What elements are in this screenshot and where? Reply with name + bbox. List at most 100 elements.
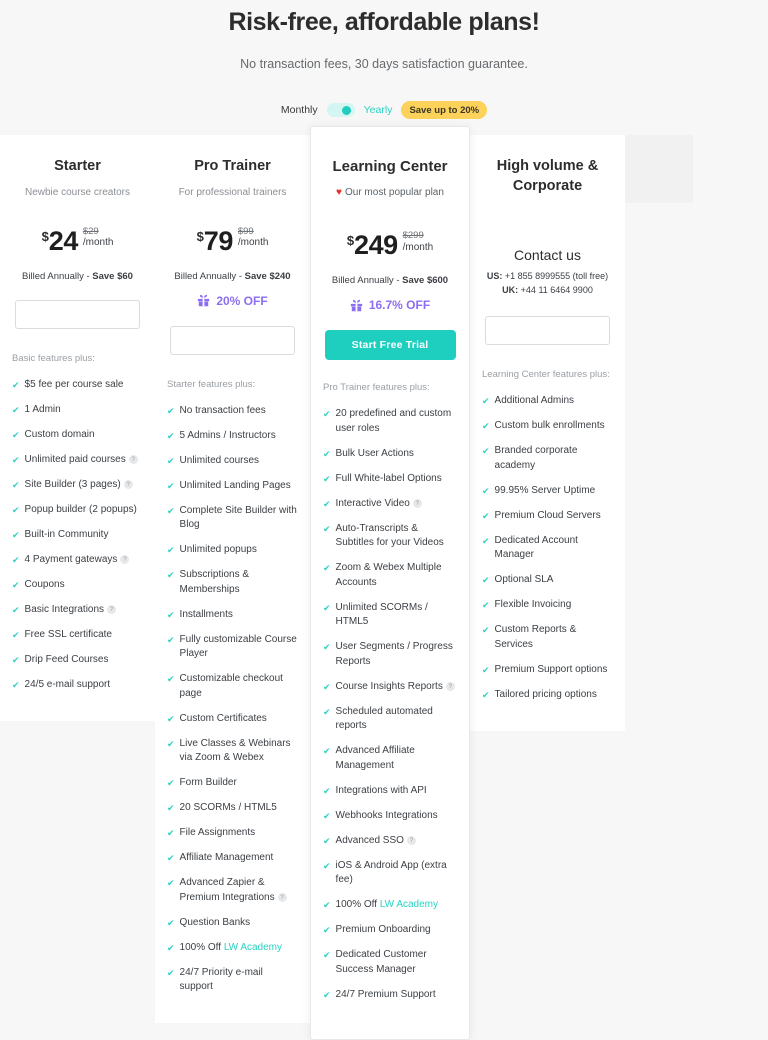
features-heading: Learning Center features plus: <box>482 369 610 380</box>
billing-note: Billed Annually - Save $240 <box>167 271 298 282</box>
feature-label: iOS & Android App (extra fee) <box>336 859 457 888</box>
info-icon[interactable]: ? <box>406 835 416 845</box>
feature-link[interactable]: LW Academy <box>380 899 438 910</box>
feature-item: ✔ Premium Cloud Servers <box>482 509 613 524</box>
info-icon[interactable]: ? <box>277 892 287 902</box>
contact-phone-numbers: US: +1 855 8999555 (toll free) UK: +44 11… <box>482 270 613 298</box>
plan-cta-button[interactable] <box>485 316 610 345</box>
feature-item: ✔ Fully customizable Course Player <box>167 633 298 662</box>
feature-item: ✔ Flexible Invoicing <box>482 598 613 613</box>
plan-cta-button[interactable] <box>170 325 295 355</box>
info-icon[interactable]: ? <box>128 454 138 464</box>
gift-icon <box>198 294 210 307</box>
check-icon: ✔ <box>12 629 20 640</box>
feature-item: ✔ 99.95% Server Uptime <box>482 484 613 499</box>
feature-label: Custom Certificates <box>180 712 298 727</box>
check-icon: ✔ <box>482 485 490 496</box>
feature-item: ✔ Optional SLA <box>482 573 613 588</box>
feature-item: ✔ Additional Admins <box>482 394 613 409</box>
check-icon: ✔ <box>482 421 490 431</box>
feature-label: Zoom & Webex Multiple Accounts <box>336 561 457 590</box>
feature-label-text: 99.95% Server Uptime <box>494 484 596 496</box>
feature-label-text: Complete Site Builder with Blog <box>179 504 297 531</box>
feature-label: Branded corporate academy <box>495 444 613 473</box>
feature-label-text: User Segments / Progress Reports <box>335 641 453 667</box>
price-period: /month <box>402 241 434 253</box>
feature-item: ✔ Auto-Transcripts & Subtitles for your V… <box>323 522 457 551</box>
plan-tagline: For professional trainers <box>178 186 287 198</box>
feature-label: Question Banks <box>180 916 298 931</box>
feature-item: ✔ No transaction fees <box>167 404 298 419</box>
features-heading: Basic features plus: <box>12 352 95 364</box>
info-icon[interactable]: ? <box>412 498 422 508</box>
feature-label-text: Unlimited popups <box>179 544 257 556</box>
info-icon[interactable]: ? <box>445 681 455 691</box>
feature-label: Basic Integrations? <box>25 603 143 618</box>
feature-item: ✔ Webhooks Integrations <box>323 809 457 824</box>
feature-item: ✔ Branded corporate academy <box>482 444 613 473</box>
contact-uk-label: UK: <box>502 285 519 296</box>
billing-note: Billed Annually - Save $600 <box>323 275 457 286</box>
feature-label: Unlimited popups <box>180 543 298 558</box>
feature-label-text: Integrations with API <box>335 784 427 796</box>
feature-label: 1 Admin <box>25 403 143 418</box>
billing-monthly-label[interactable]: Monthly <box>281 104 318 116</box>
feature-link[interactable]: LW Academy <box>224 942 282 953</box>
billing-note: Billed Annually - Save $60 <box>12 271 143 282</box>
plan-cta-button[interactable] <box>15 299 140 329</box>
check-icon: ✔ <box>323 925 331 936</box>
feature-label: 20 predefined and custom user roles <box>336 407 457 436</box>
feature-label: 100% Off LW Academy <box>336 898 457 913</box>
billing-note-prefix: Billed Annually - <box>331 275 403 287</box>
feature-item: ✔ Unlimited paid courses? <box>12 453 143 468</box>
billing-toggle-switch[interactable] <box>326 103 355 117</box>
check-icon: ✔ <box>323 409 331 420</box>
plan-name: High volume & Corporate <box>496 158 599 194</box>
gift-icon <box>350 299 362 311</box>
feature-label-text: File Assignments <box>179 827 256 839</box>
check-icon: ✔ <box>323 473 331 484</box>
feature-label: 5 Admins / Instructors <box>180 429 298 444</box>
feature-label: Dedicated Account Manager <box>495 534 613 563</box>
check-icon: ✔ <box>482 664 490 675</box>
feature-label: Course Insights Reports? <box>336 680 457 695</box>
check-icon: ✔ <box>12 379 20 390</box>
feature-label-text: Advanced Zapier & Premium Integrations <box>179 877 275 903</box>
feature-item: ✔ Course Insights Reports? <box>323 680 457 695</box>
feature-label: Advanced SSO? <box>336 834 457 849</box>
feature-label: Bulk User Actions <box>336 447 457 462</box>
feature-label-text: $5 fee per course sale <box>24 378 124 390</box>
info-icon[interactable]: ? <box>120 554 130 564</box>
info-icon[interactable]: ? <box>107 604 117 614</box>
check-icon: ✔ <box>323 900 331 911</box>
check-icon: ✔ <box>482 535 490 546</box>
feature-label-text: Optional SLA <box>494 574 554 585</box>
feature-label: User Segments / Progress Reports <box>336 640 457 669</box>
feature-label: Built-in Community <box>25 528 143 543</box>
feature-label: Custom domain <box>25 428 143 443</box>
feature-item: ✔ 100% Off LW Academy <box>167 941 298 956</box>
check-icon: ✔ <box>167 455 175 466</box>
feature-label-text: Premium Onboarding <box>335 924 431 936</box>
feature-label: Premium Support options <box>495 663 613 678</box>
billing-yearly-label[interactable]: Yearly <box>364 104 393 116</box>
feature-item: ✔ 4 Payment gateways? <box>12 553 143 568</box>
check-icon: ✔ <box>167 570 175 581</box>
check-icon: ✔ <box>323 835 331 846</box>
feature-item: ✔ Advanced Zapier & Premium Integrations? <box>167 876 298 905</box>
billing-note-prefix: Billed Annually - <box>174 270 245 282</box>
feature-label-text: 20 SCORMs / HTML5 <box>179 802 277 814</box>
feature-label-text: Interactive Video <box>335 497 410 509</box>
info-icon[interactable]: ? <box>123 479 133 489</box>
feature-label-text: 100% Off <box>179 941 224 953</box>
feature-label-text: Zoom & Webex Multiple Accounts <box>335 562 442 588</box>
feature-item: ✔ Customizable checkout page <box>167 672 298 701</box>
price-period: /month <box>82 237 114 248</box>
feature-label: Auto-Transcripts & Subtitles for your Vi… <box>336 522 457 551</box>
billing-period-toggle-group[interactable]: Monthly Yearly Save up to 20% <box>0 101 768 119</box>
plan-cta-button[interactable]: Start Free Trial <box>324 330 456 361</box>
features-heading: Starter features plus: <box>167 378 256 390</box>
feature-label-text: Premium Support options <box>494 663 608 675</box>
plan-price: $79 $99/month <box>167 226 298 264</box>
check-icon: ✔ <box>323 860 331 871</box>
